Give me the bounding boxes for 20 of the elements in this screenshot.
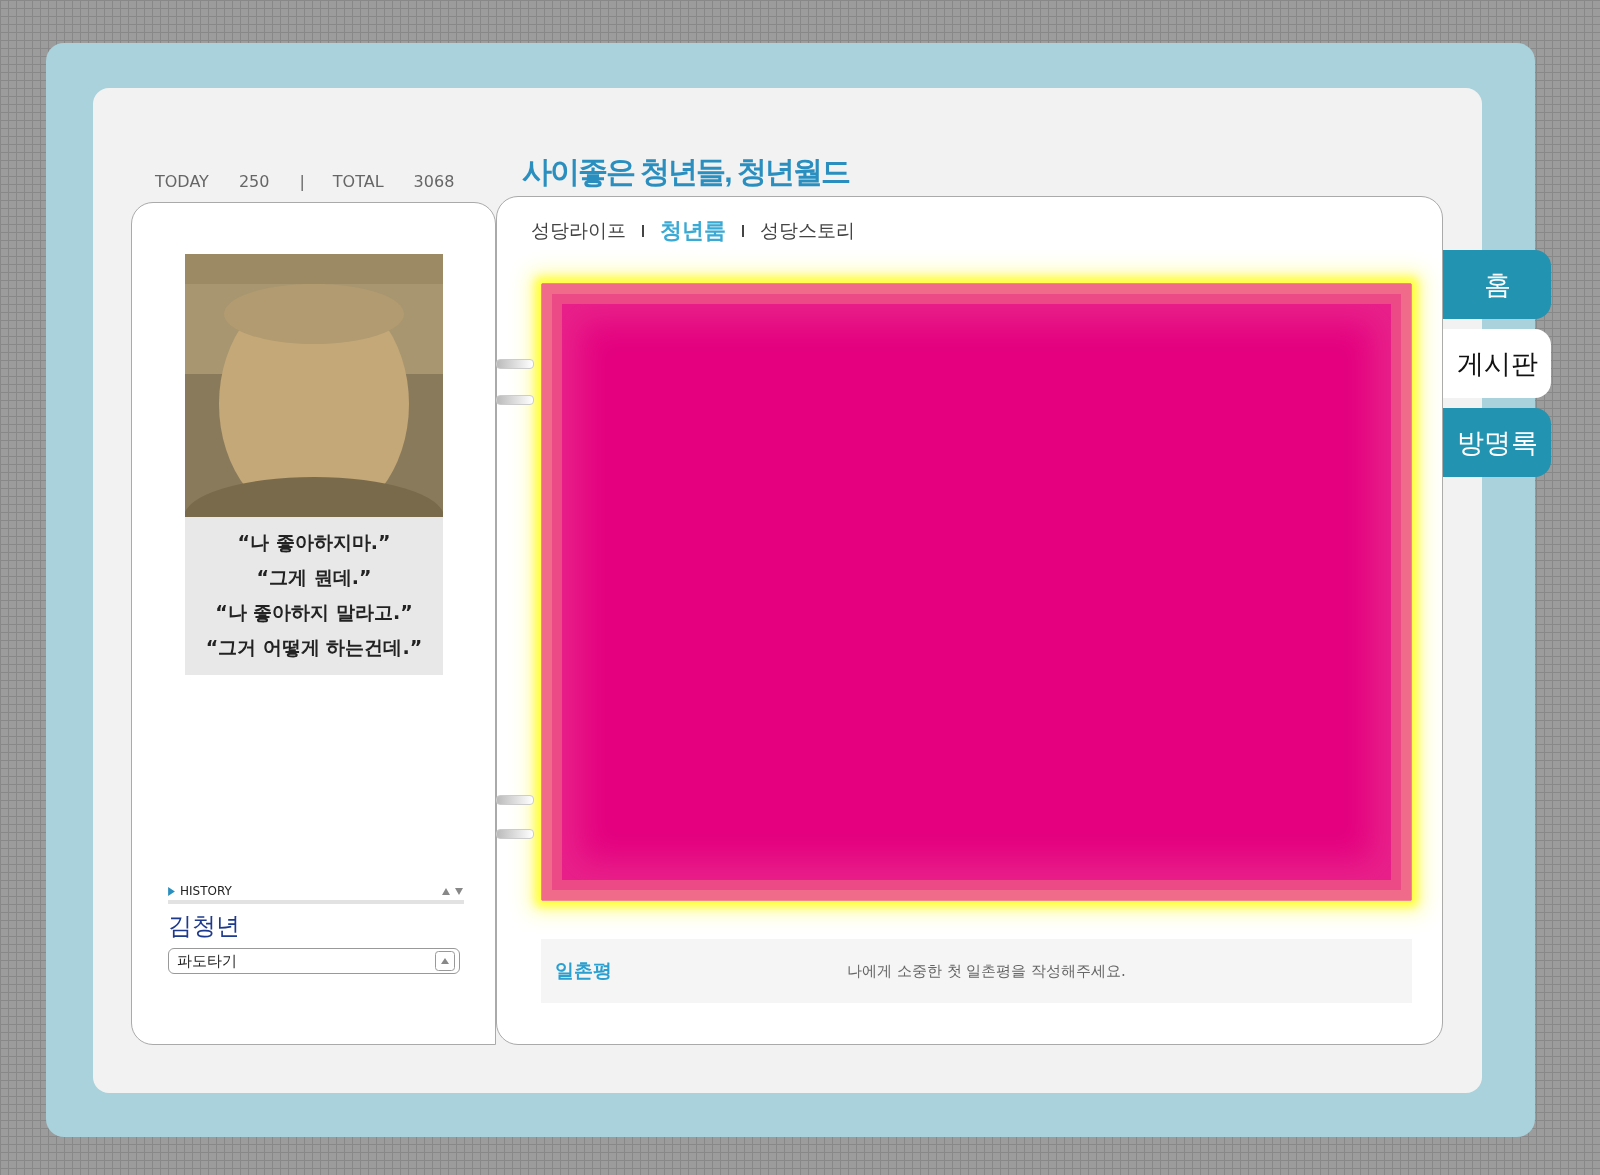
caption-line: “그게 뭔데.” — [255, 565, 373, 590]
site-title: 사이좋은 청년들, 청년월드 — [522, 154, 851, 190]
owner-name: 김청년 — [168, 911, 241, 942]
today-count: 250 — [238, 171, 270, 191]
side-tab[interactable]: 게시판 — [1443, 329, 1551, 398]
today-label: TODAY — [155, 171, 209, 191]
side-tab[interactable]: 방명록 — [1443, 408, 1551, 477]
caption-line: “그거 어떻게 하는건데.” — [204, 635, 424, 660]
caption-line: “나 좋아하지마.” — [236, 530, 392, 555]
counter-separator: | — [299, 171, 305, 191]
comment-label: 일촌평 — [555, 958, 613, 983]
wave-select[interactable]: 파도타기 — [168, 948, 460, 974]
side-tab[interactable]: 홈 — [1443, 250, 1551, 319]
total-label: TOTAL — [332, 171, 384, 191]
history-label: HISTORY — [180, 884, 232, 898]
comment-message: 나에게 소중한 첫 일촌평을 작성해주세요. — [847, 961, 1126, 981]
total-count: 3068 — [413, 171, 455, 191]
nav-link[interactable]: 성당라이프 — [531, 218, 626, 244]
nav-link[interactable]: 성당스토리 — [760, 218, 855, 244]
caption-line: “나 좋아하지 말라고.” — [214, 600, 414, 625]
